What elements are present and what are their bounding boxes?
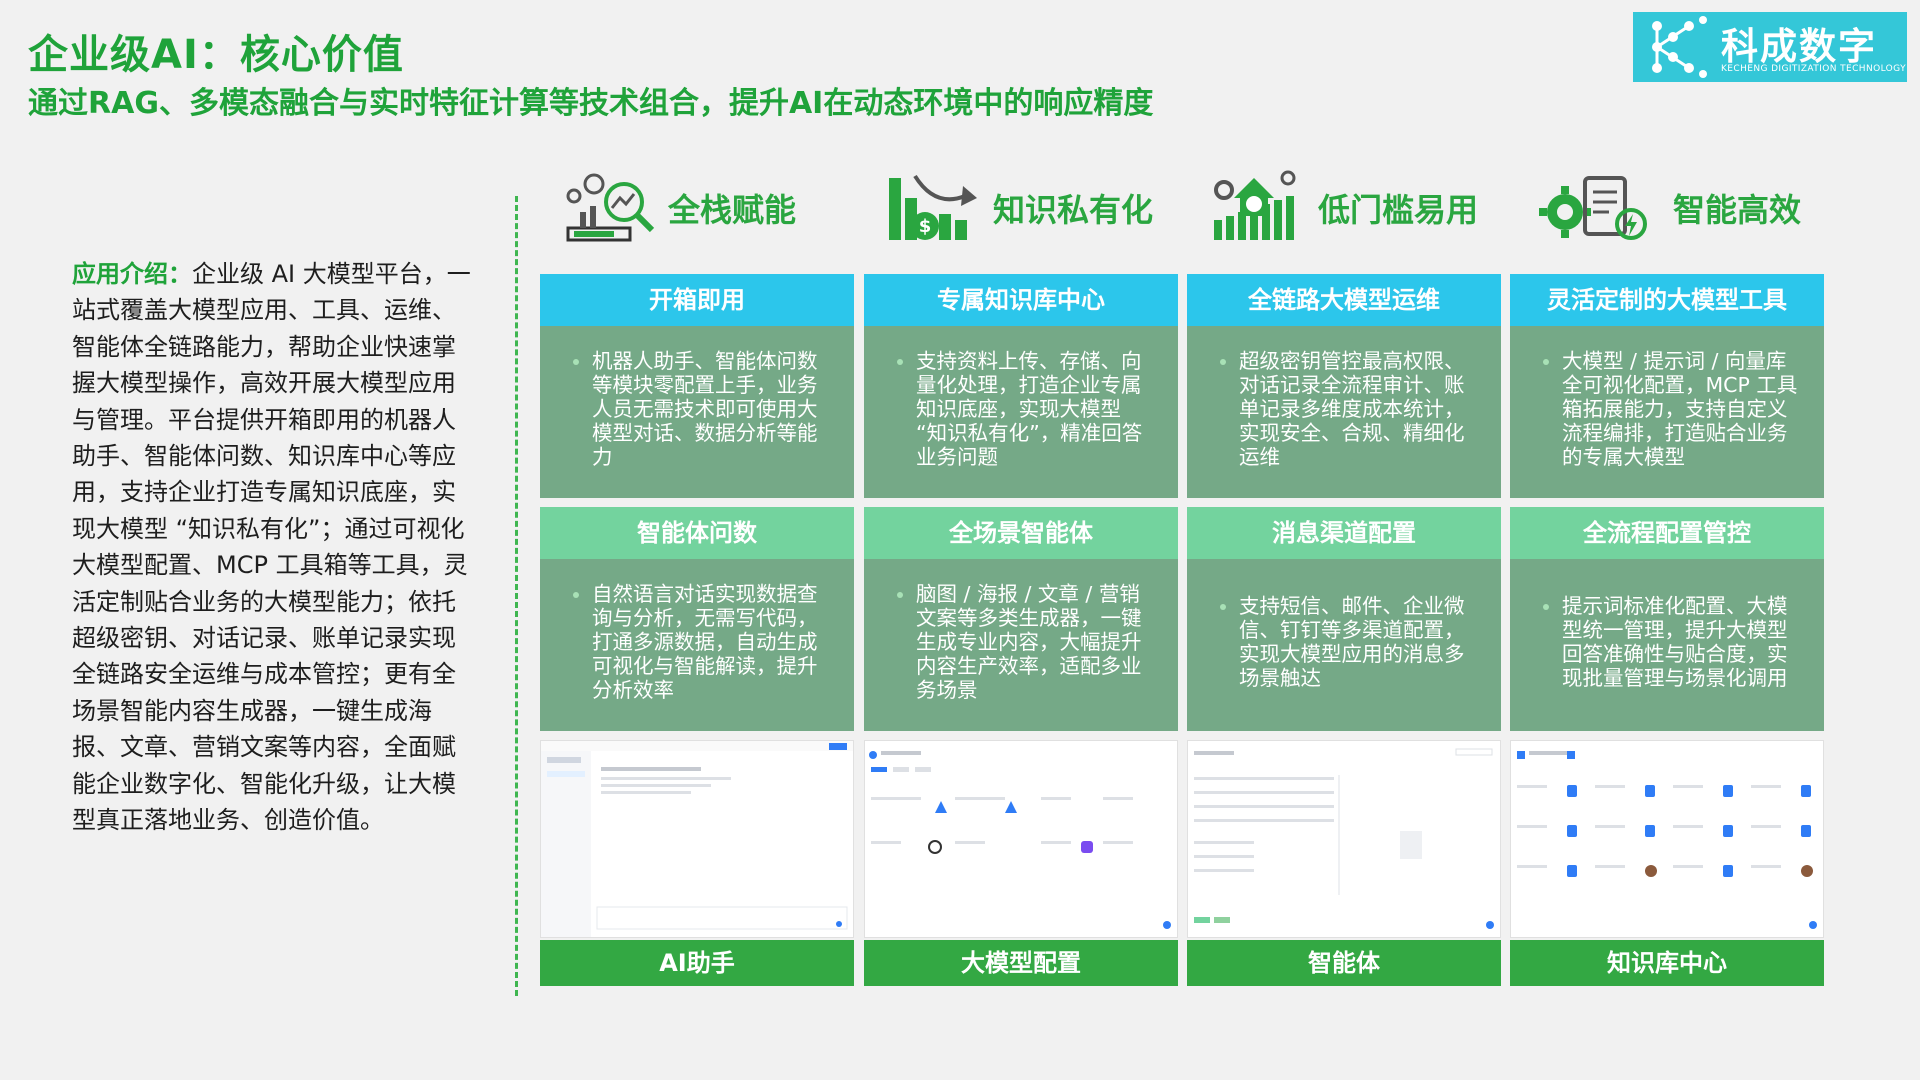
screenshot-ai-assistant [540, 740, 854, 938]
feature-label: 低门槛易用 [1318, 191, 1479, 229]
caption-agent: 智能体 [1187, 940, 1501, 986]
card-header-ops: 全链路大模型运维 [1187, 274, 1501, 326]
intro-label: 应用介绍： [72, 260, 192, 288]
card-body-agent-data: 自然语言对话实现数据查询与分析，无需写代码，打通多源数据，自动生成可视化与智能解… [540, 559, 854, 731]
screenshot-knowledge-center [1510, 740, 1824, 938]
card-body-message-channel: 支持短信、邮件、企业微信、钉钉等多渠道配置，实现大模型应用的消息多场景触达 [1187, 559, 1501, 731]
card-header-process-control: 全流程配置管控 [1510, 507, 1824, 559]
card-body-process-control: 提示词标准化配置、大模型统一管理，提升大模型回答准确性与贴合度，实现批量管理与场… [1510, 559, 1824, 731]
money-growth-icon: $ [889, 174, 977, 240]
house-coin-gear-icon [1214, 170, 1296, 240]
card-header-custom-tools: 灵活定制的大模型工具 [1510, 274, 1824, 326]
card-text: 机器人助手、智能体问数等模块零配置上手，业务人员无需技术即可使用大模型对话、数据… [592, 349, 832, 469]
analytics-gear-icon [566, 173, 655, 242]
card-text: 超级密钥管控最高权限、对话记录全流程审计、账单记录多维度成本统计，实现安全、合规… [1239, 349, 1479, 469]
card-header-all-scene-agent: 全场景智能体 [864, 507, 1178, 559]
card-body-out-of-box: 机器人助手、智能体问数等模块零配置上手，业务人员无需技术即可使用大模型对话、数据… [540, 326, 854, 498]
card-header-message-channel: 消息渠道配置 [1187, 507, 1501, 559]
card-header-knowledge-center: 专属知识库中心 [864, 274, 1178, 326]
logo-name: 科成数字 [1721, 25, 1877, 68]
card-body-knowledge-center: 支持资料上传、存储、向量化处理，打造企业专属知识底座，实现大模型 “知识私有化”… [864, 326, 1178, 498]
card-header-agent-data: 智能体问数 [540, 507, 854, 559]
logo-mark-icon [1652, 16, 1707, 78]
intro-paragraph: 应用介绍：企业级 AI 大模型平台，一站式覆盖大模型应用、工具、运维、智能体全链… [72, 256, 472, 839]
dashed-divider [515, 196, 518, 996]
feature-low-barrier: 低门槛易用 [1210, 168, 1478, 248]
screenshot-model-config [864, 740, 1178, 938]
card-body-all-scene-agent: 脑图 / 海报 / 文章 / 营销文案等多类生成器，一键生成专业内容，大幅提升内… [864, 559, 1178, 731]
caption-model-config: 大模型配置 [864, 940, 1178, 986]
card-body-custom-tools: 大模型 / 提示词 / 向量库全可视化配置，MCP 工具箱拓展能力，支持自定义流… [1510, 326, 1824, 498]
feature-intelligent: 智能高效 [1535, 168, 1801, 248]
page-title: 企业级AI：核心价值 [28, 32, 404, 78]
card-text: 支持资料上传、存储、向量化处理，打造企业专属知识底座，实现大模型 “知识私有化”… [916, 349, 1156, 469]
svg-text:$: $ [919, 216, 932, 237]
gear-document-icon [1539, 176, 1647, 240]
card-text: 自然语言对话实现数据查询与分析，无需写代码，打通多源数据，自动生成可视化与智能解… [592, 582, 832, 702]
card-text: 提示词标准化配置、大模型统一管理，提升大模型回答准确性与贴合度，实现批量管理与场… [1562, 594, 1802, 690]
feature-full-stack: 全栈赋能 [560, 168, 796, 248]
card-text: 支持短信、邮件、企业微信、钉钉等多渠道配置，实现大模型应用的消息多场景触达 [1239, 594, 1479, 690]
logo-tagline: KECHENG DIGITIZATION TECHNOLOGY [1721, 64, 1906, 74]
intro-text: 企业级 AI 大模型平台，一站式覆盖大模型应用、工具、运维、智能体全链路能力，帮… [72, 260, 471, 835]
card-body-ops: 超级密钥管控最高权限、对话记录全流程审计、账单记录多维度成本统计，实现安全、合规… [1187, 326, 1501, 498]
company-logo: 科成数字 KECHENG DIGITIZATION TECHNOLOGY [1633, 12, 1907, 82]
feature-knowledge-private: $ 知识私有化 [885, 168, 1153, 248]
feature-label: 智能高效 [1673, 191, 1802, 229]
page-subtitle: 通过RAG、多模态融合与实时特征计算等技术组合，提升AI在动态环境中的响应精度 [28, 86, 1154, 121]
feature-label: 全栈赋能 [668, 191, 797, 229]
card-text: 脑图 / 海报 / 文章 / 营销文案等多类生成器，一键生成专业内容，大幅提升内… [916, 582, 1156, 702]
caption-ai-assistant: AI助手 [540, 940, 854, 986]
caption-knowledge-center: 知识库中心 [1510, 940, 1824, 986]
card-text: 大模型 / 提示词 / 向量库全可视化配置，MCP 工具箱拓展能力，支持自定义流… [1562, 349, 1802, 469]
feature-label: 知识私有化 [993, 191, 1154, 229]
card-header-out-of-box: 开箱即用 [540, 274, 854, 326]
screenshot-agent [1187, 740, 1501, 938]
